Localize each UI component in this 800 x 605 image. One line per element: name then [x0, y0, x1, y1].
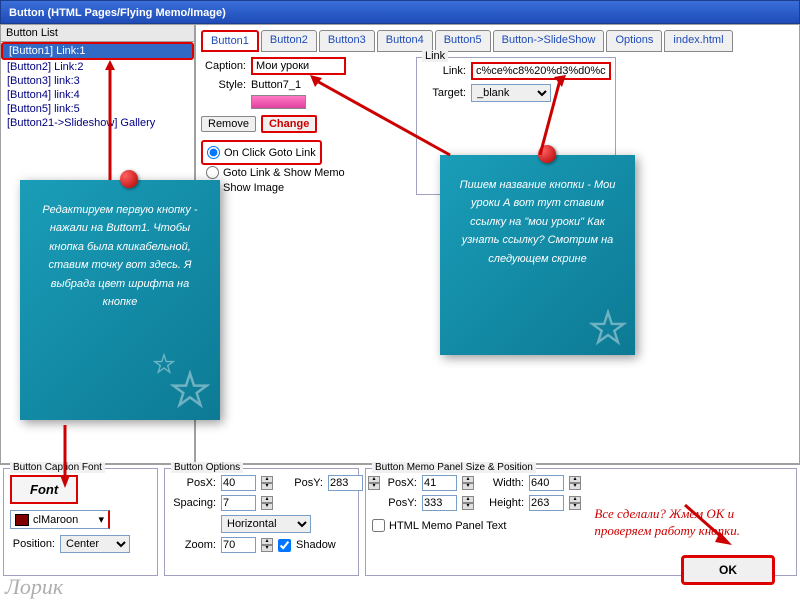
- link-label: Link:: [421, 65, 466, 77]
- tab-button4[interactable]: Button4: [377, 30, 433, 52]
- spinner[interactable]: ▴▾: [261, 476, 273, 490]
- target-label: Target:: [421, 87, 466, 99]
- ok-button[interactable]: OK: [681, 555, 775, 585]
- style-value: Button7_1: [251, 79, 301, 91]
- memo-height-input[interactable]: [529, 495, 564, 511]
- link-input[interactable]: [471, 62, 611, 80]
- spinner[interactable]: ▴▾: [261, 538, 273, 552]
- zoom-input[interactable]: [221, 537, 256, 553]
- spinner[interactable]: ▴▾: [462, 476, 474, 490]
- color-picker[interactable]: clMaroon ▾: [10, 510, 110, 529]
- radio-goto-memo[interactable]: [206, 166, 219, 179]
- tab-slideshow[interactable]: Button->SlideShow: [493, 30, 605, 52]
- list-item[interactable]: [Button2] Link:2: [1, 60, 194, 74]
- color-swatch-icon: [15, 514, 29, 526]
- watermark: Лорик: [5, 574, 63, 600]
- spinner[interactable]: ▴▾: [462, 496, 474, 510]
- ok-annotation: Все сделали? Жмем ОК и проверяем работу …: [594, 506, 740, 540]
- button-list-title: Button List: [1, 25, 194, 42]
- tab-button5[interactable]: Button5: [435, 30, 491, 52]
- tab-options[interactable]: Options: [606, 30, 662, 52]
- list-item[interactable]: [Button5] link:5: [1, 102, 194, 116]
- position-select[interactable]: Center: [60, 535, 130, 553]
- spinner[interactable]: ▴▾: [569, 496, 581, 510]
- annotation-note-1: Редактируем первую кнопку - нажали на Bu…: [20, 180, 220, 420]
- annotation-note-2: Пишем название кнопки - Мои уроки А вот …: [440, 155, 635, 355]
- target-select[interactable]: _blank: [471, 84, 551, 102]
- window-title: Button (HTML Pages/Flying Memo/Image): [9, 7, 226, 19]
- caption-input[interactable]: [251, 57, 346, 75]
- spinner[interactable]: ▴▾: [569, 476, 581, 490]
- caption-label: Caption:: [201, 60, 246, 72]
- change-button[interactable]: Change: [261, 115, 317, 133]
- pushpin-icon: [120, 170, 138, 188]
- style-label: Style:: [201, 79, 246, 91]
- list-item[interactable]: [Button4] link:4: [1, 88, 194, 102]
- remove-button[interactable]: Remove: [201, 116, 256, 132]
- spinner[interactable]: ▴▾: [261, 496, 273, 510]
- list-item[interactable]: [Button3] link:3: [1, 74, 194, 88]
- memo-posy-input[interactable]: [422, 495, 457, 511]
- html-memo-checkbox[interactable]: [372, 519, 385, 532]
- options-box: Button Options PosX: ▴▾ PosY: ▴▾ Spacing…: [164, 468, 359, 576]
- font-button[interactable]: Font: [10, 475, 78, 504]
- click-action-group: On Click Goto Link: [201, 140, 322, 165]
- radio-goto-link[interactable]: [207, 146, 220, 159]
- font-box: Button Caption Font Font clMaroon ▾ Posi…: [3, 468, 158, 576]
- orientation-select[interactable]: Horizontal: [221, 515, 311, 533]
- tab-index[interactable]: index.html: [664, 30, 732, 52]
- memo-width-input[interactable]: [529, 475, 564, 491]
- window-title-bar: Button (HTML Pages/Flying Memo/Image): [0, 0, 800, 24]
- tab-button3[interactable]: Button3: [319, 30, 375, 52]
- tab-button1[interactable]: Button1: [201, 30, 259, 52]
- pushpin-icon: [538, 145, 556, 163]
- list-item[interactable]: [Button21->Slideshow] Gallery: [1, 116, 194, 130]
- shadow-checkbox[interactable]: [278, 539, 291, 552]
- style-preview: [251, 95, 306, 109]
- memo-posx-input[interactable]: [422, 475, 457, 491]
- tab-button2[interactable]: Button2: [261, 30, 317, 52]
- spacing-input[interactable]: [221, 495, 256, 511]
- tab-strip: Button1 Button2 Button3 Button4 Button5 …: [201, 30, 794, 52]
- posx-input[interactable]: [221, 475, 256, 491]
- posy-input[interactable]: [328, 475, 363, 491]
- list-item[interactable]: [Button1] Link:1: [1, 42, 194, 60]
